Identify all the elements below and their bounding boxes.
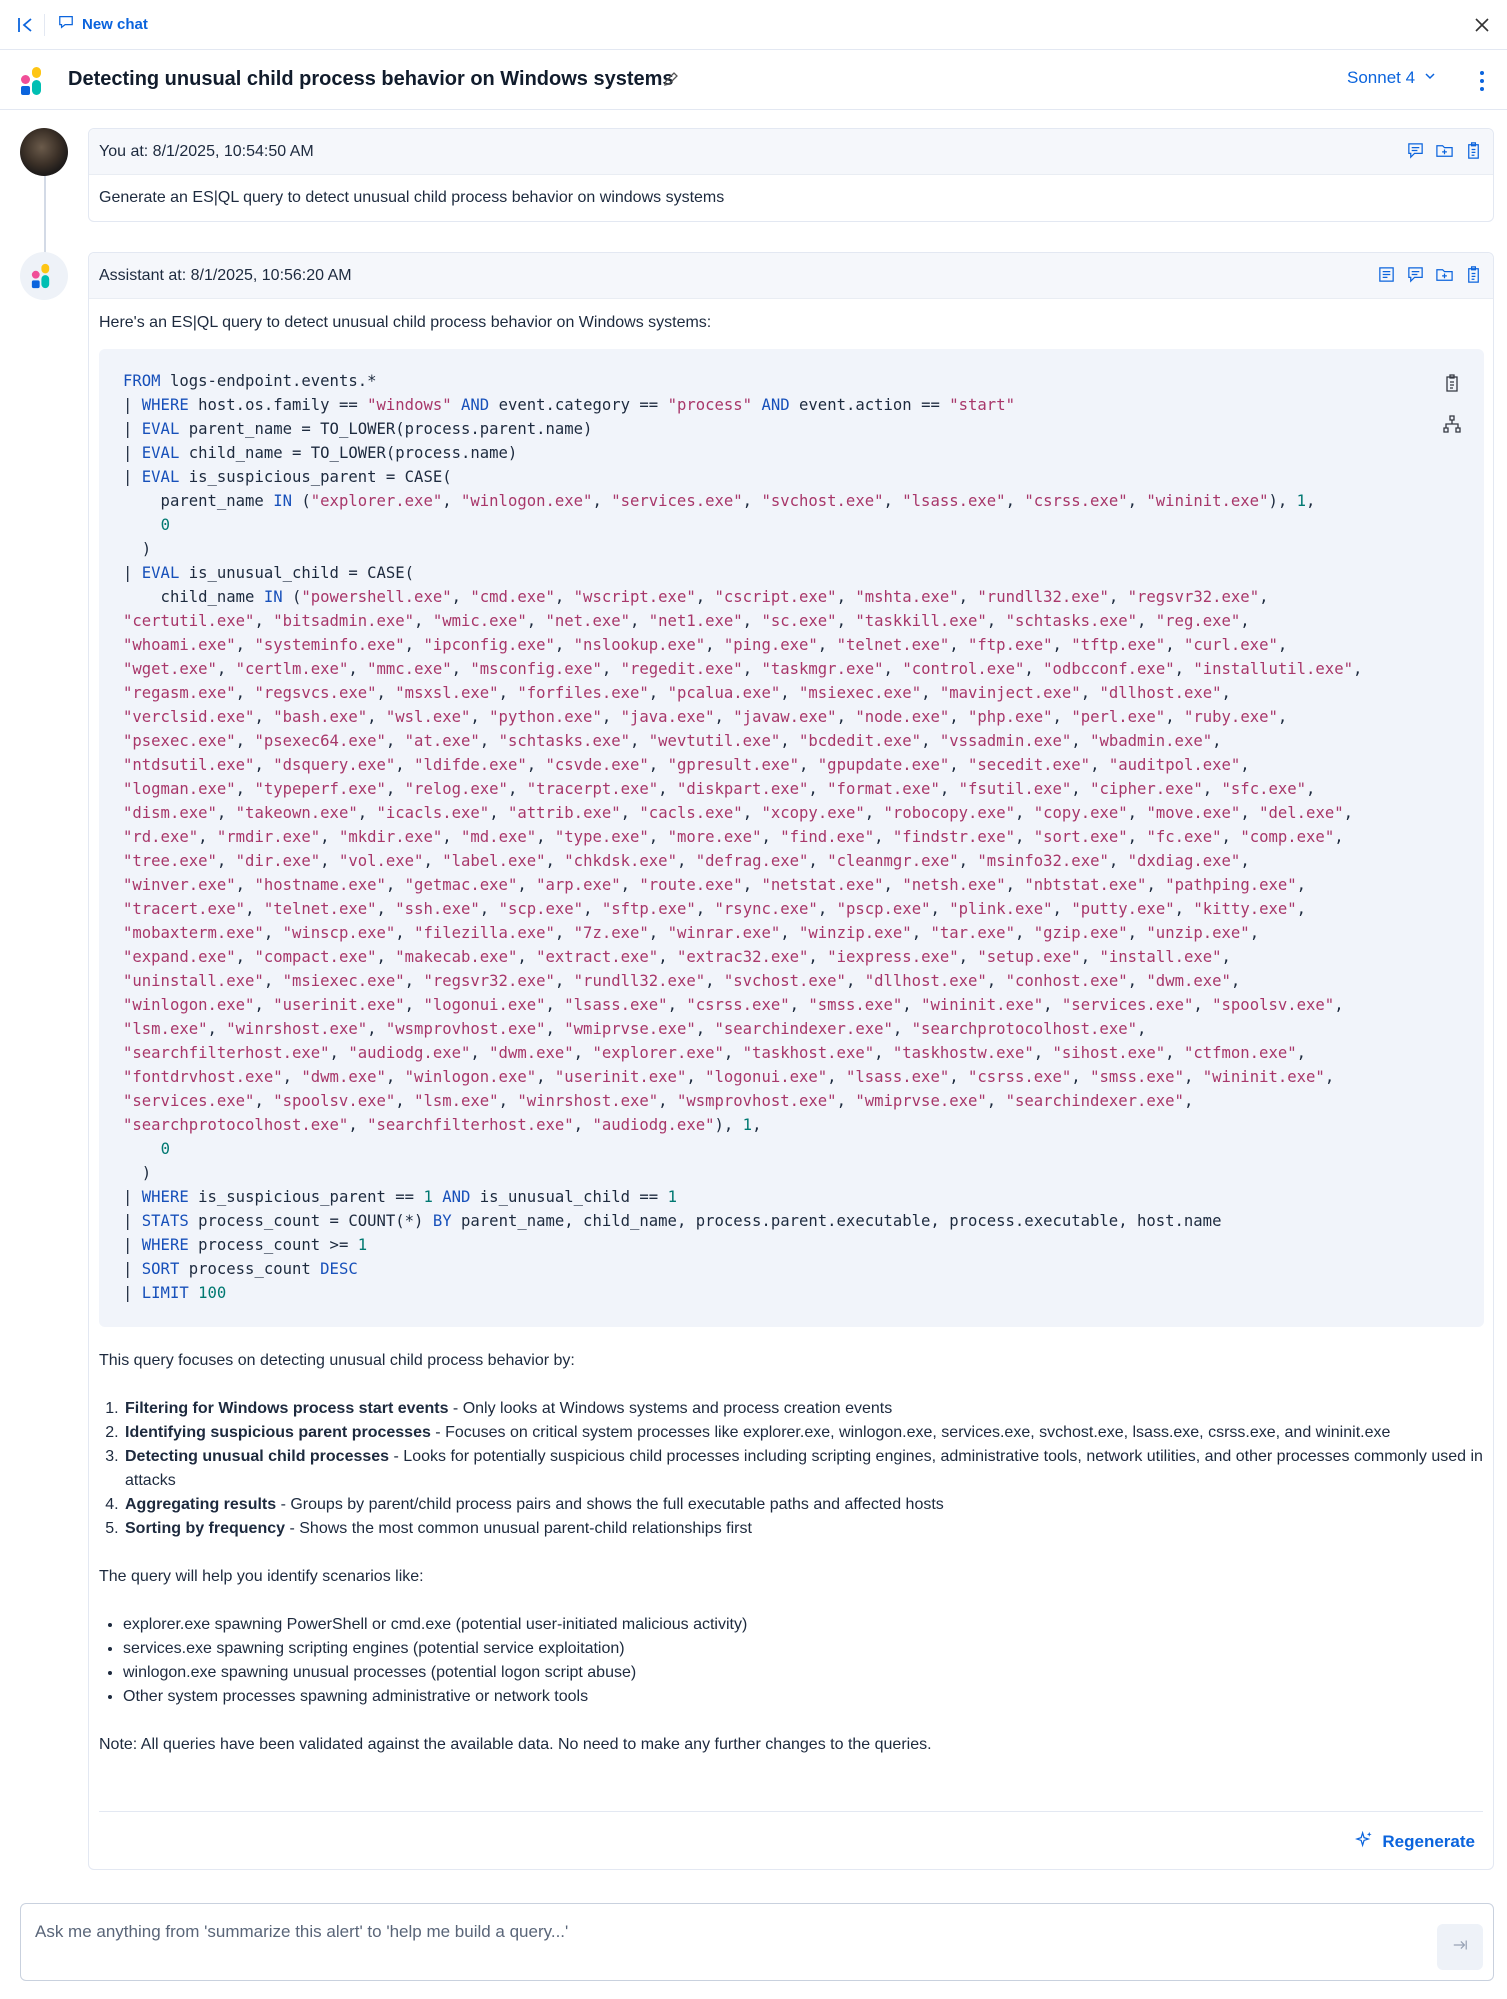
scenarios-intro: The query will help you identify scenari… bbox=[99, 1568, 424, 1585]
copy-code-icon[interactable] bbox=[1442, 373, 1462, 400]
assistant-intro: Here's an ES|QL query to detect unusual … bbox=[99, 314, 712, 331]
chat-bubble-icon bbox=[58, 14, 74, 34]
user-message-timestamp: You at: 8/1/2025, 10:54:50 AM bbox=[99, 143, 314, 160]
step-title: Filtering for Windows process start even… bbox=[125, 1400, 449, 1417]
prompt-placeholder: Ask me anything from 'summarize this ale… bbox=[35, 1922, 569, 1941]
copy-to-clipboard-icon[interactable] bbox=[1464, 265, 1483, 289]
collapse-panel-icon[interactable] bbox=[16, 15, 36, 35]
code-block-actions bbox=[1442, 373, 1462, 441]
summary-intro: This query focuses on detecting unusual … bbox=[99, 1352, 575, 1369]
esql-code-block[interactable]: FROM logs-endpoint.events.* | WHERE host… bbox=[99, 349, 1484, 1327]
document-icon[interactable] bbox=[1377, 265, 1396, 289]
regenerate-label: Regenerate bbox=[1382, 1832, 1475, 1851]
regenerate-button[interactable]: Regenerate bbox=[1355, 1830, 1475, 1854]
model-selector[interactable]: Sonnet 4 bbox=[1347, 68, 1437, 88]
assistant-logo-icon bbox=[31, 263, 50, 289]
step-title: Identifying suspicious parent processes bbox=[125, 1424, 431, 1441]
step-title: Detecting unusual child processes bbox=[125, 1448, 390, 1465]
top-bar: New chat bbox=[0, 0, 1507, 50]
conversation-header: Detecting unusual child process behavior… bbox=[0, 50, 1507, 110]
assistant-message-timestamp: Assistant at: 8/1/2025, 10:56:20 AM bbox=[99, 267, 352, 284]
sparkles-icon bbox=[1355, 1830, 1374, 1854]
more-options-icon[interactable] bbox=[1479, 70, 1485, 92]
list-item: services.exe spawning scripting engines … bbox=[123, 1637, 1483, 1661]
step-text: - Shows the most common unusual parent-c… bbox=[285, 1520, 752, 1537]
visualize-query-icon[interactable] bbox=[1442, 414, 1462, 441]
user-message-text: Generate an ES|QL query to detect unusua… bbox=[99, 189, 725, 206]
send-icon bbox=[1452, 1937, 1468, 1958]
list-item: Detecting unusual child processes - Look… bbox=[123, 1445, 1483, 1493]
assistant-message-body: Here's an ES|QL query to detect unusual … bbox=[89, 299, 1493, 1757]
list-item: Sorting by frequency - Shows the most co… bbox=[123, 1517, 1483, 1541]
assistant-message-actions bbox=[1377, 265, 1483, 289]
validation-note: Note: All queries have been validated ag… bbox=[99, 1736, 932, 1753]
user-message-header: You at: 8/1/2025, 10:54:50 AM bbox=[89, 129, 1493, 175]
step-text: - Groups by parent/child process pairs a… bbox=[276, 1496, 944, 1513]
conversation-title[interactable]: Detecting unusual child process behavior… bbox=[68, 68, 674, 91]
query-explanation: This query focuses on detecting unusual … bbox=[99, 1349, 1483, 1757]
new-chat-button[interactable]: New chat bbox=[58, 14, 148, 34]
new-chat-label: New chat bbox=[82, 15, 148, 33]
add-note-icon[interactable] bbox=[1406, 265, 1425, 289]
add-to-case-icon[interactable] bbox=[1435, 265, 1454, 289]
step-title: Sorting by frequency bbox=[125, 1520, 286, 1537]
message-footer: Regenerate bbox=[99, 1811, 1483, 1869]
add-to-case-icon[interactable] bbox=[1435, 141, 1454, 165]
send-button[interactable] bbox=[1437, 1924, 1483, 1970]
prompt-input[interactable]: Ask me anything from 'summarize this ale… bbox=[20, 1903, 1494, 1981]
step-text: - Focuses on critical system processes l… bbox=[430, 1424, 1391, 1441]
assistant-message-header: Assistant at: 8/1/2025, 10:56:20 AM bbox=[89, 253, 1493, 299]
steps-list: Filtering for Windows process start even… bbox=[123, 1397, 1483, 1541]
pencil-icon[interactable] bbox=[662, 70, 680, 88]
add-note-icon[interactable] bbox=[1406, 141, 1425, 165]
model-name: Sonnet 4 bbox=[1347, 68, 1416, 87]
assistant-message: Assistant at: 8/1/2025, 10:56:20 AM Here… bbox=[88, 252, 1494, 1870]
list-item: Identifying suspicious parent processes … bbox=[123, 1421, 1483, 1445]
list-item: explorer.exe spawning PowerShell or cmd.… bbox=[123, 1613, 1483, 1637]
user-avatar bbox=[20, 128, 68, 176]
close-icon[interactable] bbox=[1471, 14, 1493, 36]
timeline-connector bbox=[44, 170, 46, 255]
copy-to-clipboard-icon[interactable] bbox=[1464, 141, 1483, 165]
chevron-down-icon bbox=[1423, 68, 1437, 88]
scenarios-list: explorer.exe spawning PowerShell or cmd.… bbox=[123, 1613, 1483, 1709]
list-item: Aggregating results - Groups by parent/c… bbox=[123, 1493, 1483, 1517]
user-message-actions bbox=[1406, 141, 1483, 165]
step-title: Aggregating results bbox=[125, 1496, 277, 1513]
assistant-avatar bbox=[20, 252, 68, 300]
user-message: You at: 8/1/2025, 10:54:50 AM Generate a… bbox=[88, 128, 1494, 222]
list-item: winlogon.exe spawning unusual processes … bbox=[123, 1661, 1483, 1685]
step-text: - Only looks at Windows systems and proc… bbox=[448, 1400, 893, 1417]
list-item: Other system processes spawning administ… bbox=[123, 1685, 1483, 1709]
list-item: Filtering for Windows process start even… bbox=[123, 1397, 1483, 1421]
divider bbox=[44, 14, 45, 36]
assistant-logo-icon bbox=[20, 66, 50, 96]
